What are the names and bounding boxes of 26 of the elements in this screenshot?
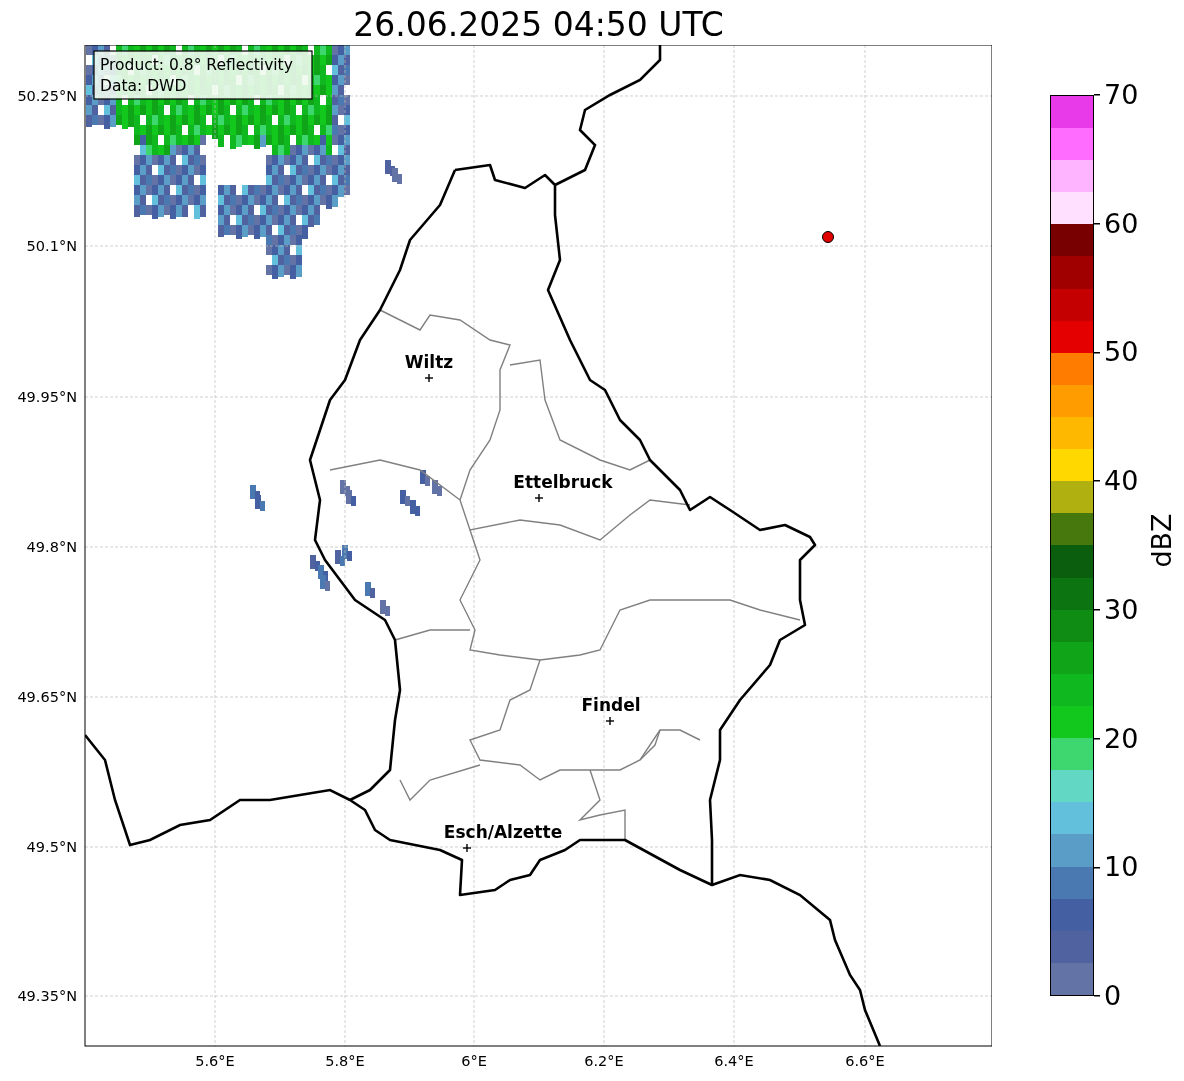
latitude-label: 50.1°N bbox=[26, 238, 77, 254]
city-marker-icon bbox=[605, 716, 615, 726]
latitude-label: 49.5°N bbox=[26, 839, 77, 855]
radar-site-marker bbox=[822, 231, 834, 243]
legend-text: Product: 0.8° Reflectivity bbox=[100, 56, 293, 74]
city-label: Ettelbruck bbox=[513, 472, 613, 492]
latitude-label: 49.95°N bbox=[17, 389, 77, 405]
city-marker-icon bbox=[534, 493, 544, 503]
longitude-label: 6.4°E bbox=[714, 1053, 754, 1069]
city-label: Esch/Alzette bbox=[443, 822, 563, 842]
longitude-label: 6.2°E bbox=[584, 1053, 624, 1069]
latitude-label: 49.65°N bbox=[17, 689, 77, 705]
colorbar-label: dBZ bbox=[1145, 513, 1177, 568]
legend-text: Data: DWD bbox=[100, 77, 187, 95]
city-marker-icon bbox=[462, 843, 472, 853]
city-label: Wiltz bbox=[404, 352, 454, 372]
latitude-label: 50.25°N bbox=[17, 88, 77, 104]
latitude-label: 49.8°N bbox=[26, 539, 77, 555]
longitude-label: 5.6°E bbox=[195, 1053, 235, 1069]
city-marker-icon bbox=[424, 373, 434, 383]
longitude-label: 6°E bbox=[461, 1053, 487, 1069]
longitude-label: 5.8°E bbox=[325, 1053, 365, 1069]
chart-title: 26.06.2025 04:50 UTC bbox=[352, 4, 725, 45]
latitude-label: 49.35°N bbox=[17, 988, 77, 1004]
longitude-label: 6.6°E bbox=[845, 1053, 885, 1069]
city-label: Findel bbox=[581, 695, 641, 715]
